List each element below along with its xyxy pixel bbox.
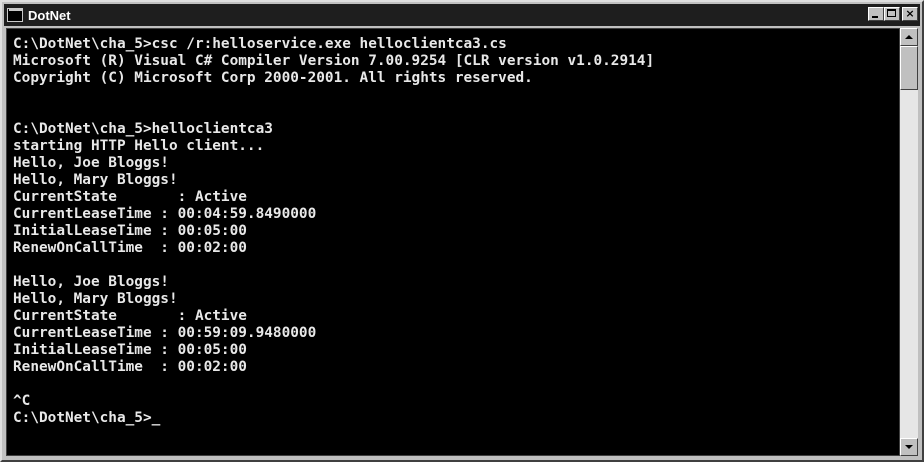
maximize-button[interactable] <box>884 7 900 21</box>
window-title: DotNet <box>28 7 71 23</box>
console-line: C:\DotNet\cha_5>csc /r:helloservice.exe … <box>13 36 507 52</box>
minimize-icon <box>872 16 878 18</box>
console-line: ^C <box>13 393 31 409</box>
scroll-thumb[interactable] <box>900 46 918 90</box>
maximize-icon <box>887 9 896 17</box>
caption-buttons: × <box>868 7 918 21</box>
console-line: C:\DotNet\cha_5>helloclientca3 <box>13 121 273 137</box>
console-line: Hello, Mary Bloggs! <box>13 172 178 188</box>
minimize-button[interactable] <box>868 7 884 21</box>
scroll-down-button[interactable] <box>900 438 918 456</box>
console-line: InitialLeaseTime : 00:05:00 <box>13 342 247 358</box>
console-line: Hello, Joe Bloggs! <box>13 274 169 290</box>
console-line: starting HTTP Hello client... <box>13 138 265 154</box>
close-button[interactable]: × <box>902 7 918 21</box>
console-line: Microsoft (R) Visual C# Compiler Version… <box>13 53 655 69</box>
title-bar[interactable]: DotNet × <box>4 4 920 26</box>
console-line: RenewOnCallTime : 00:02:00 <box>13 240 247 256</box>
console-line: InitialLeaseTime : 00:05:00 <box>13 223 247 239</box>
console-line: CurrentState : Active <box>13 189 247 205</box>
console-line: CurrentState : Active <box>13 308 247 324</box>
console-output[interactable]: C:\DotNet\cha_5>csc /r:helloservice.exe … <box>6 28 900 456</box>
console-line: Copyright (C) Microsoft Corp 2000-2001. … <box>13 70 533 86</box>
close-icon: × <box>905 7 915 20</box>
vertical-scrollbar[interactable] <box>900 28 918 456</box>
up-arrow-icon <box>905 35 913 39</box>
console-line: CurrentLeaseTime : 00:04:59.8490000 <box>13 206 317 222</box>
scroll-up-button[interactable] <box>900 28 918 46</box>
console-app-icon[interactable] <box>7 8 23 22</box>
text-cursor: _ <box>151 410 161 426</box>
console-line: C:\DotNet\cha_5>_ <box>13 410 161 426</box>
console-line: CurrentLeaseTime : 00:59:09.9480000 <box>13 325 317 341</box>
console-window: DotNet × C:\DotNet\cha_5>csc /r:helloser… <box>0 0 924 462</box>
console-line: Hello, Mary Bloggs! <box>13 291 178 307</box>
console-line: Hello, Joe Bloggs! <box>13 155 169 171</box>
console-line: RenewOnCallTime : 00:02:00 <box>13 359 247 375</box>
down-arrow-icon <box>905 445 913 449</box>
